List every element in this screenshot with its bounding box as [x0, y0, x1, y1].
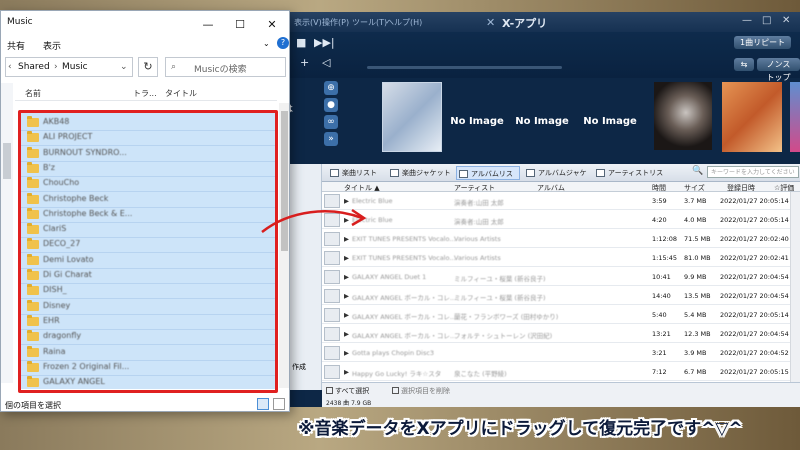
drag-arrow-icon	[261, 208, 367, 233]
instruction-caption: ※音楽データをXアプリにドラッグして復元完了です^▽^	[298, 419, 743, 439]
drag-arrow-path	[261, 210, 363, 233]
